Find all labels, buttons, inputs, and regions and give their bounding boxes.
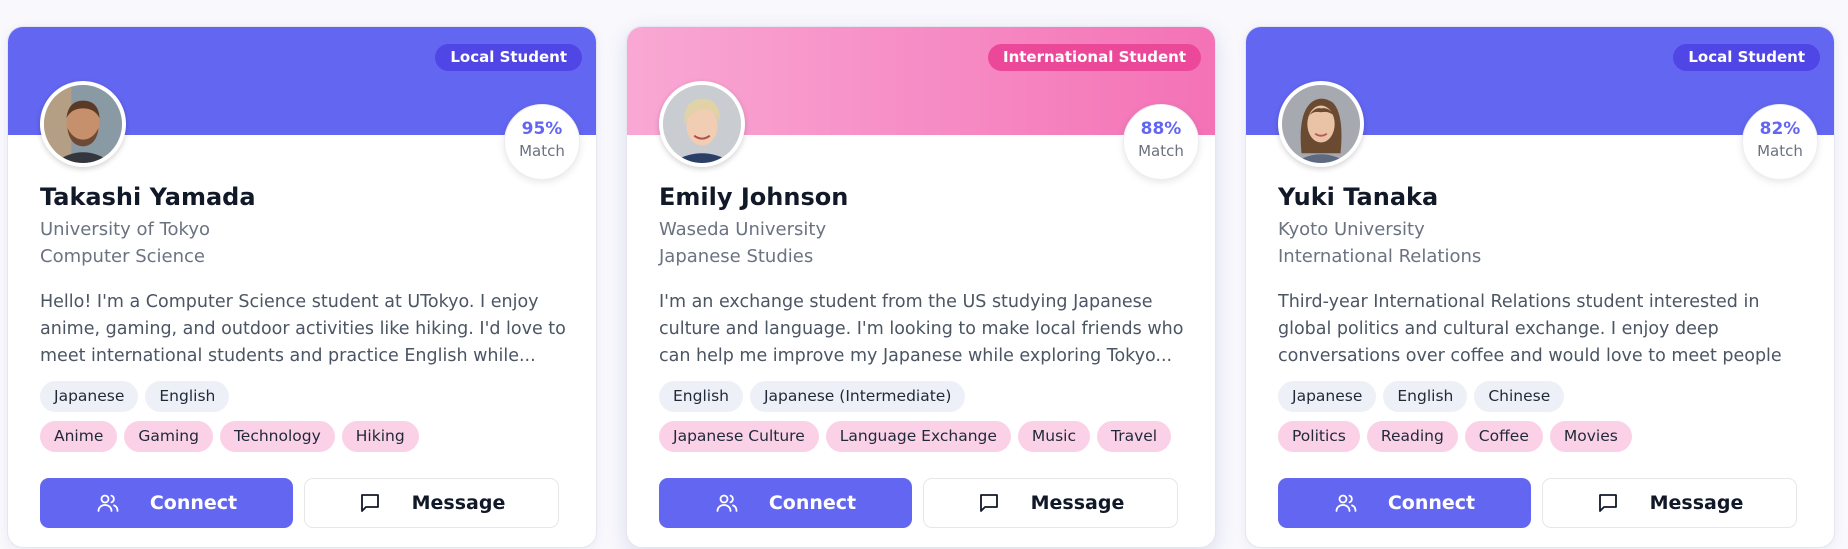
match-score: 88% Match xyxy=(1123,104,1199,180)
interest-tag: Japanese Culture xyxy=(659,421,819,452)
match-score: 95% Match xyxy=(504,104,580,180)
interest-tag: Politics xyxy=(1278,421,1360,452)
language-tag: Chinese xyxy=(1474,381,1565,412)
message-button[interactable]: Message xyxy=(923,478,1178,528)
message-square-icon xyxy=(977,491,1001,515)
avatar xyxy=(1278,81,1364,167)
avatar xyxy=(40,81,126,167)
interest-tag: Movies xyxy=(1549,421,1632,452)
student-type-badge: International Student xyxy=(988,44,1201,71)
interest-tags: Politics Reading Coffee Movies xyxy=(1278,421,1632,452)
student-type-badge: Local Student xyxy=(435,44,582,71)
major: Computer Science xyxy=(40,246,205,267)
message-label: Message xyxy=(1030,492,1125,514)
interest-tag: Reading xyxy=(1366,421,1458,452)
bio: Hello! I'm a Computer Science student at… xyxy=(40,292,566,366)
interest-tag: Coffee xyxy=(1464,421,1543,452)
interest-tags: Anime Gaming Technology Hiking xyxy=(40,421,419,452)
interest-tag: Gaming xyxy=(124,421,213,452)
student-card: Local Student 95% Match Takashi Yamada U… xyxy=(7,26,597,548)
language-tags: Japanese English Chinese xyxy=(1278,381,1565,412)
interest-tag: Hiking xyxy=(341,421,419,452)
language-tag: English xyxy=(1383,381,1468,412)
connect-button[interactable]: Connect xyxy=(40,478,293,528)
interest-tag: Travel xyxy=(1097,421,1172,452)
match-percentage: 82% xyxy=(1759,119,1801,139)
interest-tags: Japanese Culture Language Exchange Music… xyxy=(659,421,1172,452)
language-tag: English xyxy=(145,381,230,412)
language-tag: Japanese (Intermediate) xyxy=(749,381,966,412)
language-tags: English Japanese (Intermediate) xyxy=(659,381,966,412)
users-icon xyxy=(1334,491,1358,515)
match-percentage: 88% xyxy=(1140,119,1182,139)
message-label: Message xyxy=(411,492,506,514)
match-label: Match xyxy=(1138,142,1184,160)
match-percentage: 95% xyxy=(521,119,563,139)
language-tag: English xyxy=(659,381,743,412)
student-card: International Student 88% Match Emily Jo… xyxy=(626,26,1216,548)
university: Waseda University xyxy=(659,219,827,240)
message-label: Message xyxy=(1649,492,1744,514)
student-name: Takashi Yamada xyxy=(40,183,256,211)
match-score: 82% Match xyxy=(1742,104,1818,180)
student-name: Yuki Tanaka xyxy=(1278,183,1439,211)
message-square-icon xyxy=(1596,491,1620,515)
student-type-badge: Local Student xyxy=(1673,44,1820,71)
language-tags: Japanese English xyxy=(40,381,230,412)
bio: Third-year International Relations stude… xyxy=(1278,292,1782,366)
message-square-icon xyxy=(358,491,382,515)
connect-label: Connect xyxy=(149,492,238,514)
interest-tag: Language Exchange xyxy=(825,421,1011,452)
interest-tag: Technology xyxy=(219,421,335,452)
interest-tag: Music xyxy=(1017,421,1091,452)
match-label: Match xyxy=(519,142,565,160)
connect-button[interactable]: Connect xyxy=(659,478,912,528)
student-name: Emily Johnson xyxy=(659,183,849,211)
users-icon xyxy=(715,491,739,515)
connect-button[interactable]: Connect xyxy=(1278,478,1531,528)
avatar xyxy=(659,81,745,167)
bio: I'm an exchange student from the US stud… xyxy=(659,292,1184,366)
major: Japanese Studies xyxy=(659,246,814,267)
student-card: Local Student 82% Match Yuki Tanaka Kyot… xyxy=(1245,26,1835,548)
interest-tag: Anime xyxy=(40,421,118,452)
match-label: Match xyxy=(1757,142,1803,160)
connect-label: Connect xyxy=(1387,492,1476,514)
major: International Relations xyxy=(1278,246,1482,267)
university: Kyoto University xyxy=(1278,219,1425,240)
message-button[interactable]: Message xyxy=(304,478,559,528)
university: University of Tokyo xyxy=(40,219,210,240)
connect-label: Connect xyxy=(768,492,857,514)
users-icon xyxy=(96,491,120,515)
language-tag: Japanese xyxy=(40,381,139,412)
message-button[interactable]: Message xyxy=(1542,478,1797,528)
language-tag: Japanese xyxy=(1278,381,1377,412)
